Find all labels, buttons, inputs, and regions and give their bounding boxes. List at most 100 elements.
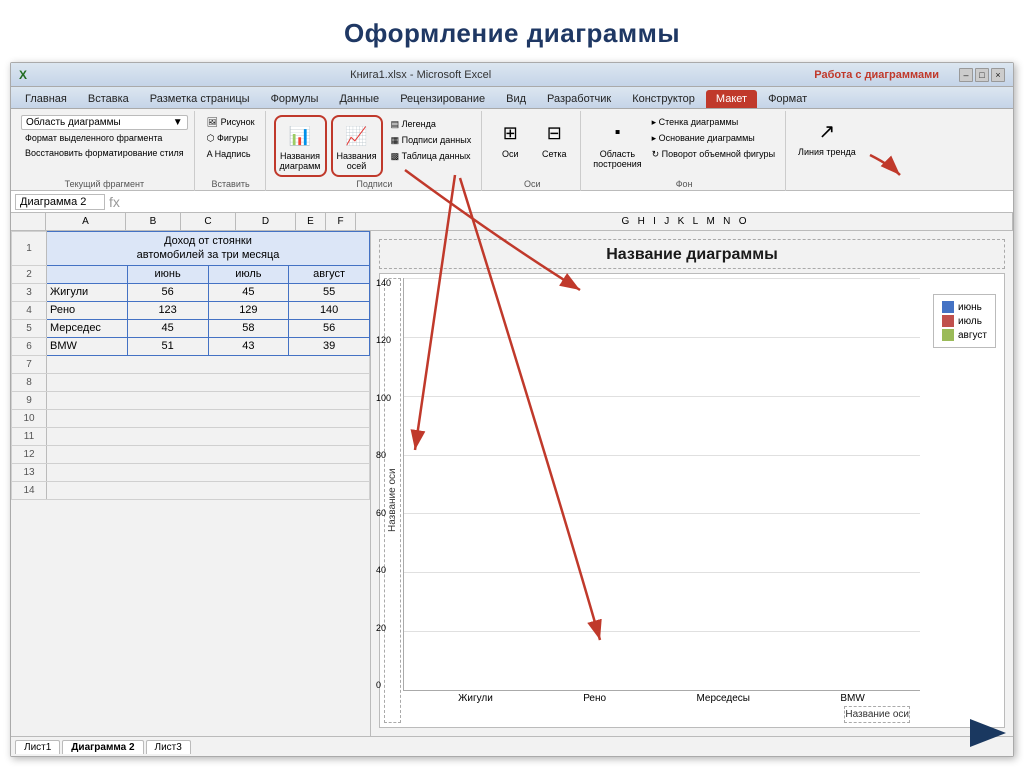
mercedes-july[interactable]: 58: [208, 319, 289, 337]
table-row: 2 июнь июль август: [12, 265, 370, 283]
axis-title-btn[interactable]: 📈 Названияосей: [331, 115, 383, 177]
chart-title-btn[interactable]: 📊 Названиядиаграмм: [274, 115, 327, 177]
x-labels: Жигули Рено Мерседесы BMW: [403, 691, 920, 704]
ws-tab-chart2[interactable]: Диаграмма 2: [62, 740, 143, 754]
mercedes-august[interactable]: 56: [289, 319, 370, 337]
legend-btn[interactable]: ▤ Легенда: [387, 117, 476, 132]
ribbon-group-axes: ⊞ Оси ⊟ Сетка Оси: [484, 111, 581, 191]
chart-title[interactable]: Название диаграммы: [379, 239, 1005, 269]
tab-insert[interactable]: Вставка: [78, 90, 139, 108]
table-title[interactable]: Доход от стоянки автомобилей за три меся…: [47, 232, 370, 266]
restore-style-btn[interactable]: Восстановить форматирование стиля: [21, 146, 188, 160]
x-label-zhiguli: Жигули: [458, 693, 493, 704]
ribbon-group-labels: 📊 Названиядиаграмм 📈 Названияосей ▤ Леге…: [268, 111, 483, 191]
tab-layout[interactable]: Макет: [706, 90, 757, 108]
tab-developer[interactable]: Разработчик: [537, 90, 621, 108]
group-label-axes: Оси: [524, 177, 541, 189]
legend-label-august: август: [958, 330, 987, 341]
bar-groups-container: [404, 278, 920, 690]
group-label-labels: Подписи: [356, 177, 392, 189]
ribbon-content: Область диаграммы ▼ Формат выделенного ф…: [11, 109, 1013, 193]
gridlines-btn[interactable]: ⊟ Сетка: [534, 115, 574, 161]
group-label-current: Текущий фрагмент: [65, 177, 144, 189]
bmw-august[interactable]: 39: [289, 337, 370, 355]
maximize-btn[interactable]: □: [975, 68, 989, 82]
row-num-5: 5: [12, 319, 47, 337]
table-row: 13: [12, 463, 370, 481]
table-row: 5 Мерседес 45 58 56: [12, 319, 370, 337]
data-table-btn[interactable]: ▩ Таблица данных: [387, 149, 476, 164]
axis-title-label: Названияосей: [337, 152, 377, 172]
car-zhiguli[interactable]: Жигули: [47, 283, 128, 301]
ws-tab-sheet3[interactable]: Лист3: [146, 740, 191, 754]
corner-cell: [11, 213, 46, 230]
format-selection-btn[interactable]: Формат выделенного фрагмента: [21, 131, 188, 145]
x-axis-title: Название оси: [844, 706, 910, 723]
tab-formulas[interactable]: Формулы: [261, 90, 329, 108]
tab-format[interactable]: Формат: [758, 90, 817, 108]
plot-area: 140 120 100 80 60 40 20 0: [403, 278, 1000, 723]
picture-btn[interactable]: 🖼 Рисунок: [203, 115, 259, 130]
col-header-rest: G H I J K L M N O: [356, 213, 1013, 230]
fx-label: fx: [109, 194, 120, 210]
gridlines-icon: ⊟: [538, 117, 570, 149]
table-row: 3 Жигули 56 45 55: [12, 283, 370, 301]
bars-area: 140 120 100 80 60 40 20 0: [403, 278, 920, 691]
table-row: 12: [12, 445, 370, 463]
car-mercedes[interactable]: Мерседес: [47, 319, 128, 337]
reno-july[interactable]: 129: [208, 301, 289, 319]
ribbon-group-current-fragment: Область диаграммы ▼ Формат выделенного ф…: [15, 111, 195, 191]
header-august: август: [289, 265, 370, 283]
col-header-c: C: [181, 213, 236, 230]
zhiguli-june[interactable]: 56: [127, 283, 208, 301]
tab-home[interactable]: Главная: [15, 90, 77, 108]
reno-june[interactable]: 123: [127, 301, 208, 319]
axes-icon: ⊞: [494, 117, 526, 149]
zhiguli-august[interactable]: 55: [289, 283, 370, 301]
tab-page-layout[interactable]: Разметка страницы: [140, 90, 260, 108]
formula-input[interactable]: [124, 196, 1009, 208]
ribbon-group-analysis: ↗ Линия тренда: [788, 111, 866, 191]
table-row: 10: [12, 409, 370, 427]
reno-august[interactable]: 140: [289, 301, 370, 319]
textbox-btn[interactable]: A Надпись: [203, 147, 259, 161]
tab-review[interactable]: Рецензирование: [390, 90, 495, 108]
trendline-btn[interactable]: ↗ Линия тренда: [794, 113, 860, 159]
axes-btn[interactable]: ⊞ Оси: [490, 115, 530, 161]
data-labels-btn[interactable]: ▦ Подписи данных: [387, 133, 476, 148]
column-headers: A B C D E F G H I J K L M N O: [11, 213, 1013, 231]
area-dropdown[interactable]: Область диаграммы ▼: [21, 115, 188, 130]
zhiguli-july[interactable]: 45: [208, 283, 289, 301]
ws-tab-sheet1[interactable]: Лист1: [15, 740, 60, 754]
chart-floor-btn[interactable]: ▸ Основание диаграммы: [648, 131, 779, 146]
worksheet-tabs: Лист1 Диаграмма 2 Лист3: [11, 736, 1013, 756]
tab-constructor[interactable]: Конструктор: [622, 90, 705, 108]
gridlines-label: Сетка: [542, 149, 566, 159]
3d-rotation-btn[interactable]: ↻ Поворот объемной фигуры: [648, 147, 779, 162]
tab-data[interactable]: Данные: [329, 90, 389, 108]
bmw-july[interactable]: 43: [208, 337, 289, 355]
plot-area-btn[interactable]: ▪ Областьпостроения: [589, 115, 645, 171]
chart-wall-btn[interactable]: ▸ Стенка диаграммы: [648, 115, 779, 130]
shapes-btn[interactable]: ⬡ Фигуры: [203, 131, 259, 146]
tab-view[interactable]: Вид: [496, 90, 536, 108]
excel-logo: X: [19, 68, 27, 82]
mercedes-june[interactable]: 45: [127, 319, 208, 337]
bmw-june[interactable]: 51: [127, 337, 208, 355]
window-controls[interactable]: – □ ×: [959, 68, 1005, 82]
close-btn[interactable]: ×: [991, 68, 1005, 82]
header-empty: [47, 265, 128, 283]
row-num-4: 4: [12, 301, 47, 319]
table-row: 14: [12, 481, 370, 499]
minimize-btn[interactable]: –: [959, 68, 973, 82]
legend-color-june: [942, 301, 954, 313]
excel-titlebar: X Книга1.xlsx - Microsoft Excel Работа с…: [11, 63, 1013, 87]
x-label-mercedes: Мерседесы: [696, 693, 750, 704]
name-box[interactable]: [15, 194, 105, 210]
slide-title: Оформление диаграммы: [0, 0, 1024, 59]
spreadsheet-area: 1 Доход от стоянки автомобилей за три ме…: [11, 231, 1013, 736]
axis-title-icon: 📈: [341, 120, 373, 152]
car-reno[interactable]: Рено: [47, 301, 128, 319]
y-ticks: 140 120 100 80 60 40 20 0: [376, 278, 404, 690]
car-bmw[interactable]: BMW: [47, 337, 128, 355]
